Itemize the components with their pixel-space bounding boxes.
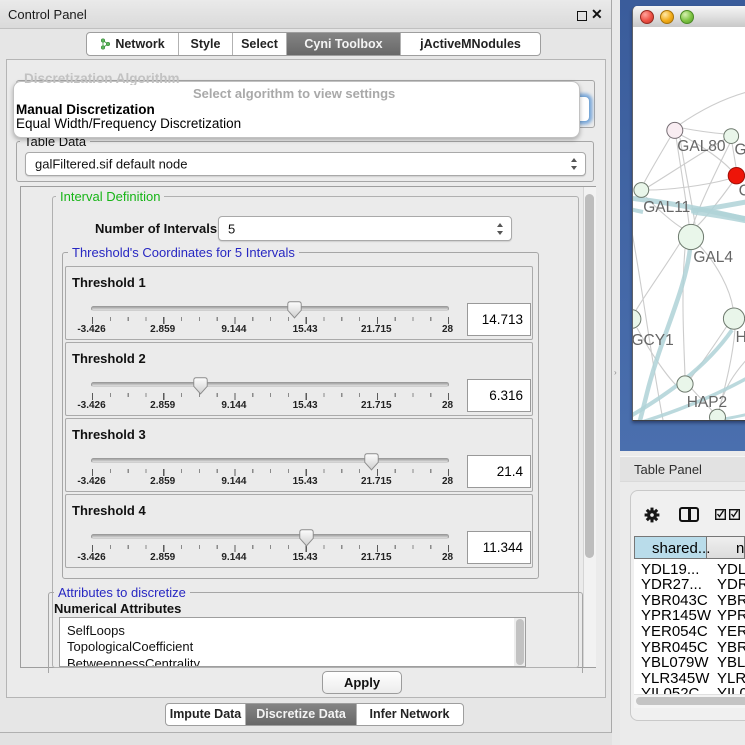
- svg-text:HAP2: HAP2: [687, 394, 728, 411]
- svg-text:GAL4: GAL4: [693, 249, 733, 266]
- svg-text:GAL80: GAL80: [677, 138, 726, 155]
- svg-text:HI: HI: [736, 329, 745, 346]
- svg-text:GCY1: GCY1: [633, 332, 674, 349]
- svg-text:GA: GA: [735, 141, 745, 158]
- svg-text:CD: CD: [739, 183, 745, 200]
- svg-text:GAL11: GAL11: [643, 199, 690, 216]
